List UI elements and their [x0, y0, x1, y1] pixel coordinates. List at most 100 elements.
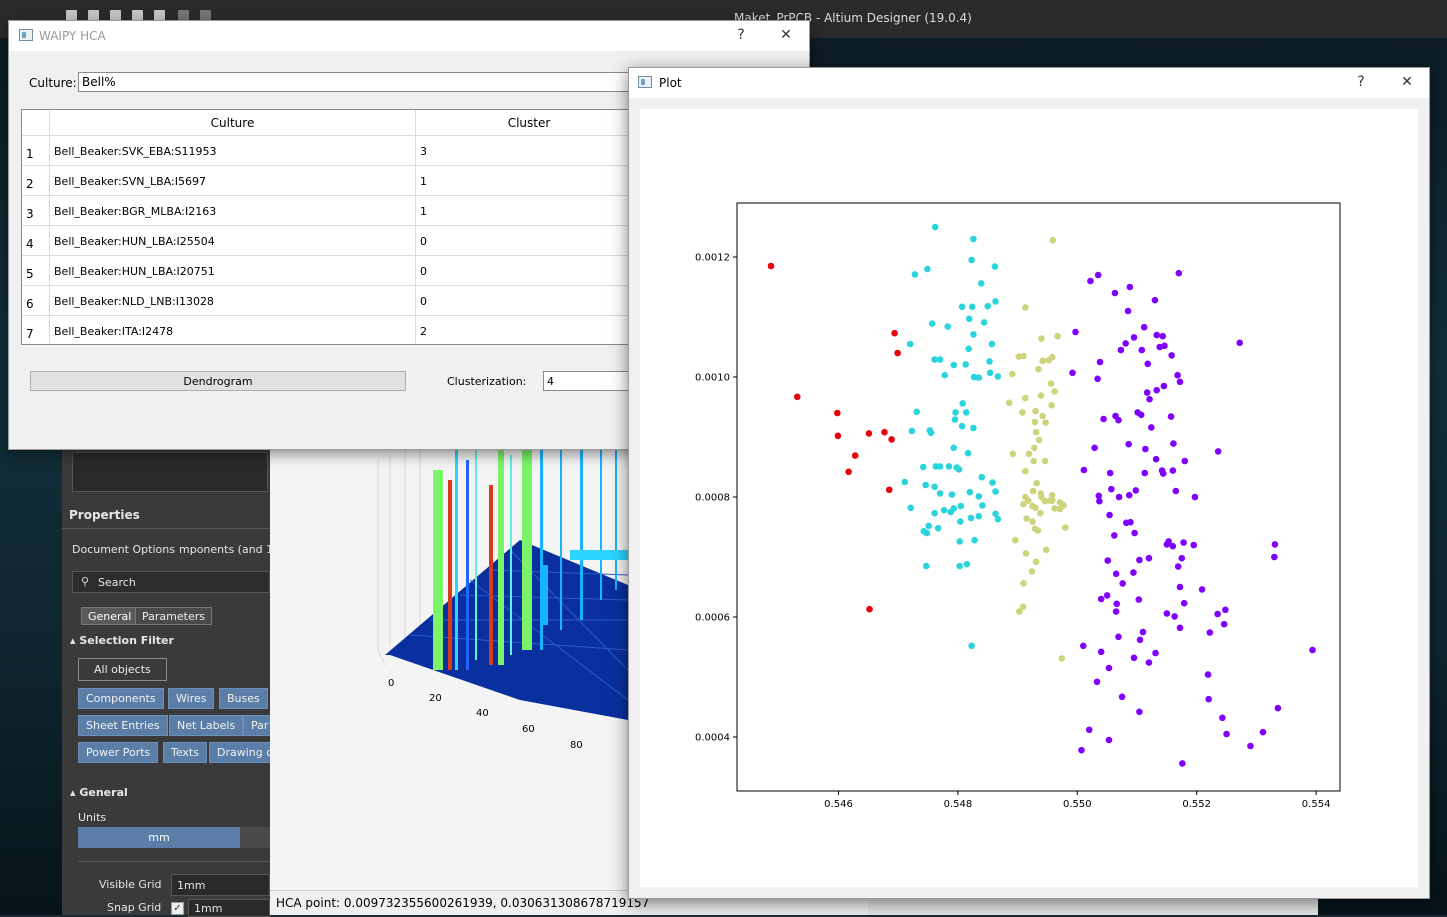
scatter-point [1105, 736, 1113, 744]
scatter-point [1062, 524, 1069, 531]
scatter-point [1020, 352, 1027, 360]
scatter-point [1134, 409, 1141, 416]
culture-cell[interactable]: Bell_Beaker:ITA:I2478 [50, 316, 416, 344]
row-number[interactable]: 2 [22, 166, 50, 196]
scatter-point [1140, 323, 1148, 331]
scatter-point [927, 429, 935, 437]
culture-input[interactable]: Bell% [78, 72, 638, 92]
scatter-point [1144, 360, 1152, 368]
clusterization-input[interactable]: 4 [543, 371, 639, 391]
scatter-point [1039, 357, 1046, 365]
row-number[interactable]: 5 [22, 256, 50, 286]
scatter-point [956, 562, 963, 570]
x-tick-label: 0.548 [944, 799, 973, 810]
tab-general[interactable]: General [81, 607, 139, 625]
row-number[interactable]: 7 [22, 316, 50, 344]
cluster-cell[interactable]: 0 [416, 256, 640, 286]
cluster-cell[interactable]: 0 [416, 226, 640, 256]
scatter-point [991, 263, 999, 270]
scatter-point [1139, 628, 1147, 636]
scatter-point [1165, 538, 1172, 545]
table-row[interactable]: 7 Bell_Beaker:ITA:I2478 2 [22, 316, 640, 344]
units-mils-toggle[interactable] [240, 827, 270, 848]
all-objects-button[interactable]: All objects [78, 658, 167, 681]
cluster-cell[interactable]: 1 [416, 166, 640, 196]
scatter-point [1103, 592, 1111, 599]
scatter-point [950, 361, 958, 369]
scatter-point [1141, 469, 1149, 477]
scatter-point [1032, 558, 1040, 566]
cluster-cell[interactable]: 1 [416, 196, 640, 226]
table-row[interactable]: 6 Bell_Beaker:NLD_LNB:I13028 0 [22, 286, 640, 316]
general-section-title[interactable]: ▴ General [70, 786, 128, 799]
scatter-point [968, 642, 975, 650]
scatter-point [1039, 412, 1046, 420]
table-row[interactable]: 1 Bell_Beaker:SVK_EBA:S11953 3 [22, 136, 640, 166]
surface-tick-60: 60 [522, 724, 535, 735]
scatter-point [1174, 563, 1182, 570]
filter-net-labels[interactable]: Net Labels [169, 715, 244, 736]
filter-sheet-entries[interactable]: Sheet Entries [78, 715, 168, 736]
scatter-point [1274, 704, 1282, 712]
document-options-label[interactable]: Document Options [72, 543, 175, 556]
scatter-point [1023, 515, 1030, 522]
culture-cell[interactable]: Bell_Beaker:SVK_EBA:S11953 [50, 136, 416, 166]
search-input[interactable]: ⚲ Search [72, 571, 270, 593]
scatter-point [1168, 352, 1175, 359]
scatter-point [1159, 332, 1166, 340]
table-row[interactable]: 4 Bell_Beaker:HUN_LBA:I25504 0 [22, 226, 640, 256]
scatter-point [1020, 580, 1027, 587]
row-number[interactable]: 1 [22, 136, 50, 166]
cluster-cell[interactable]: 0 [416, 286, 640, 316]
cluster-column-header[interactable]: Cluster [416, 110, 640, 136]
table-row[interactable]: 5 Bell_Beaker:HUN_LBA:I20751 0 [22, 256, 640, 286]
scatter-point [1153, 386, 1161, 394]
help-button[interactable]: ? [731, 27, 751, 43]
cluster-cell[interactable]: 2 [416, 316, 640, 344]
culture-table[interactable]: Culture Cluster 1 Bell_Beaker:SVK_EBA:S11… [21, 109, 641, 345]
scatter-point [970, 331, 977, 338]
row-number[interactable]: 6 [22, 286, 50, 316]
help-button[interactable]: ? [1351, 74, 1371, 90]
culture-column-header[interactable]: Culture [50, 110, 416, 136]
visible-grid-input[interactable]: 1mm [171, 874, 270, 896]
close-button[interactable]: ✕ [1397, 74, 1417, 90]
scatter-point [1097, 648, 1105, 656]
tab-parameters[interactable]: Parameters [135, 607, 212, 625]
scatter-point [984, 302, 992, 310]
units-label: Units [78, 811, 107, 824]
scatter-point [994, 515, 1002, 523]
filter-buses[interactable]: Buses [219, 688, 268, 709]
dendrogram-button[interactable]: Dendrogram [30, 371, 406, 391]
filter-wires[interactable]: Wires [168, 688, 215, 709]
culture-cell[interactable]: Bell_Beaker:SVN_LBA:I5697 [50, 166, 416, 196]
scatter-point [1172, 487, 1180, 495]
culture-cell[interactable]: Bell_Beaker:HUN_LBA:I25504 [50, 226, 416, 256]
snap-grid-input[interactable]: 1mm [188, 899, 270, 917]
table-row[interactable]: 3 Bell_Beaker:BGR_MLBA:I2163 1 [22, 196, 640, 226]
filter-power-ports[interactable]: Power Ports [78, 742, 159, 763]
snap-grid-checkbox[interactable]: ✓ [171, 902, 184, 915]
culture-cell[interactable]: Bell_Beaker:BGR_MLBA:I2163 [50, 196, 416, 226]
close-button[interactable]: ✕ [776, 27, 796, 43]
visible-grid-label: Visible Grid [99, 878, 162, 891]
scatter-point [1051, 388, 1058, 395]
culture-cell[interactable]: Bell_Beaker:NLD_LNB:I13028 [50, 286, 416, 316]
table-row[interactable]: 2 Bell_Beaker:SVN_LBA:I5697 1 [22, 166, 640, 196]
scatter-point [986, 369, 994, 377]
cluster-cell[interactable]: 3 [416, 136, 640, 166]
hca-titlebar[interactable]: WAIPY HCA ? ✕ [9, 21, 809, 51]
filter-texts[interactable]: Texts [163, 742, 207, 763]
scatter-point [1125, 491, 1133, 499]
scatter-point [1151, 296, 1159, 304]
row-number[interactable]: 3 [22, 196, 50, 226]
units-mm-toggle[interactable]: mm [78, 827, 240, 848]
filter-components[interactable]: Components [78, 688, 164, 709]
plot-titlebar[interactable]: Plot ? ✕ [629, 68, 1429, 98]
components-label[interactable]: mponents (and 1 [179, 543, 273, 556]
row-number[interactable]: 4 [22, 226, 50, 256]
culture-cell[interactable]: Bell_Beaker:HUN_LBA:I20751 [50, 256, 416, 286]
selection-filter-title[interactable]: ▴ Selection Filter [70, 634, 174, 647]
scatter-point [1205, 695, 1212, 703]
scatter-point [1097, 595, 1105, 603]
